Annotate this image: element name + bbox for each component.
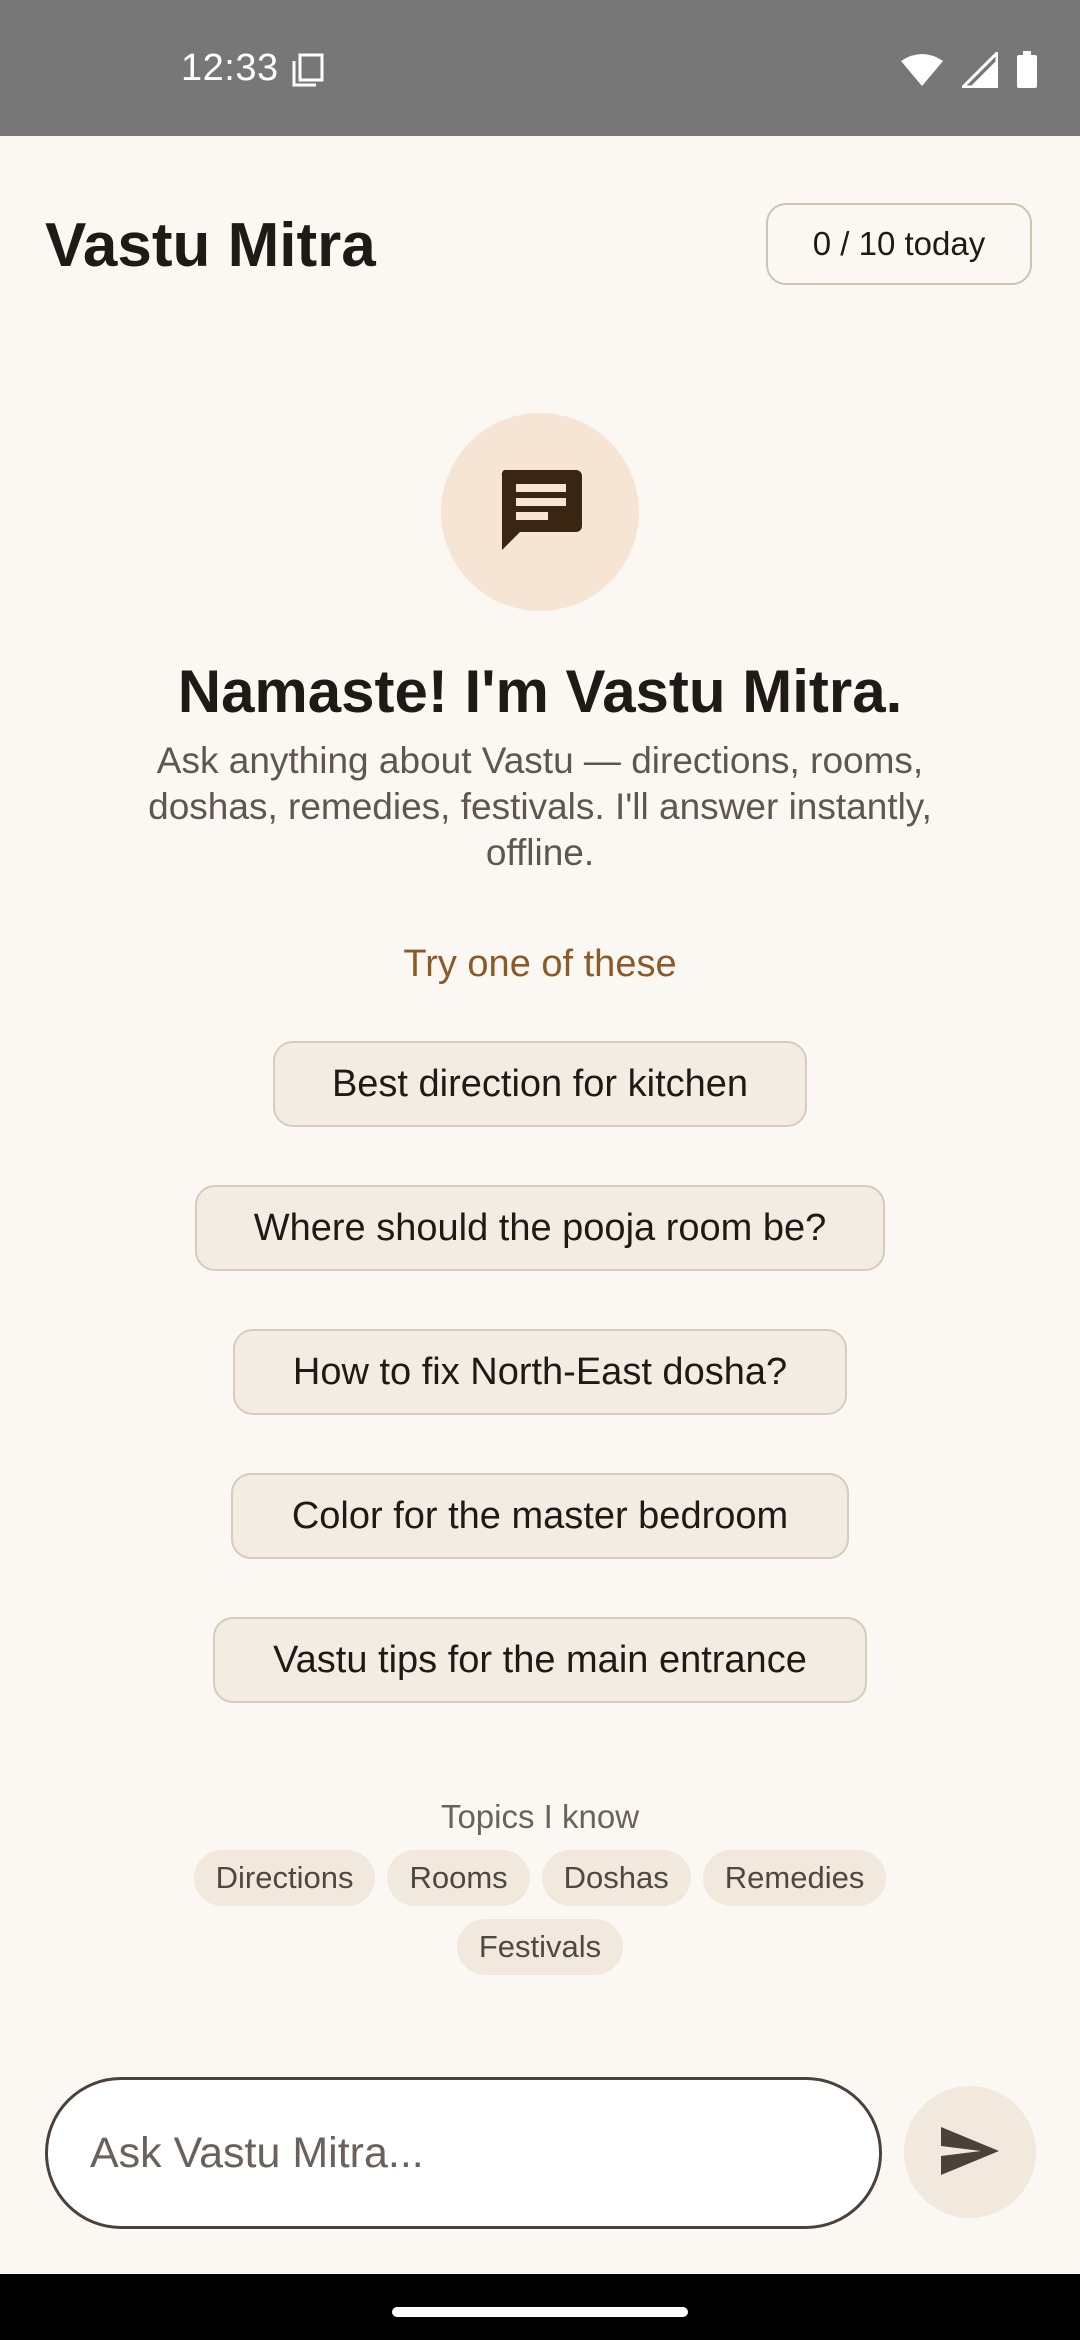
copy-icon	[291, 52, 325, 88]
status-icons	[900, 50, 1038, 94]
send-icon	[939, 2125, 1001, 2180]
message-input[interactable]	[45, 2077, 882, 2229]
topic-chip: Rooms	[387, 1850, 530, 1906]
welcome-subtitle: Ask anything about Vastu — directions, r…	[148, 740, 932, 873]
home-indicator[interactable]	[392, 2307, 688, 2317]
welcome-title: Namaste! I'm Vastu Mitra.	[177, 658, 903, 725]
daily-quota-badge: 0 / 10 today	[766, 203, 1032, 285]
suggestion-button[interactable]: Color for the master bedroom	[231, 1473, 849, 1559]
hero-avatar	[441, 413, 639, 611]
send-button[interactable]	[904, 2086, 1036, 2218]
topic-chip: Directions	[193, 1850, 376, 1906]
topics-label: Topics I know	[440, 1798, 640, 1835]
status-bar: 12:33	[0, 0, 1080, 136]
app-title: Vastu Mitra	[45, 211, 376, 280]
topic-chip: Doshas	[541, 1850, 691, 1906]
wifi-icon	[900, 53, 944, 92]
topic-chip: Festivals	[456, 1919, 624, 1975]
chat-bubble-icon	[496, 466, 584, 559]
battery-icon	[1016, 50, 1038, 94]
topic-chip: Remedies	[702, 1850, 887, 1906]
signal-icon	[961, 51, 999, 93]
suggestions-label: Try one of these	[403, 943, 677, 985]
suggestion-button[interactable]: How to fix North-East dosha?	[233, 1329, 847, 1415]
suggestion-button[interactable]: Best direction for kitchen	[273, 1041, 807, 1127]
suggestion-button[interactable]: Vastu tips for the main entrance	[213, 1617, 867, 1703]
status-time: 12:33	[181, 47, 279, 89]
topics-list: Directions Rooms Doshas Remedies Festiva…	[140, 1850, 940, 1975]
suggestion-button[interactable]: Where should the pooja room be?	[195, 1185, 885, 1271]
